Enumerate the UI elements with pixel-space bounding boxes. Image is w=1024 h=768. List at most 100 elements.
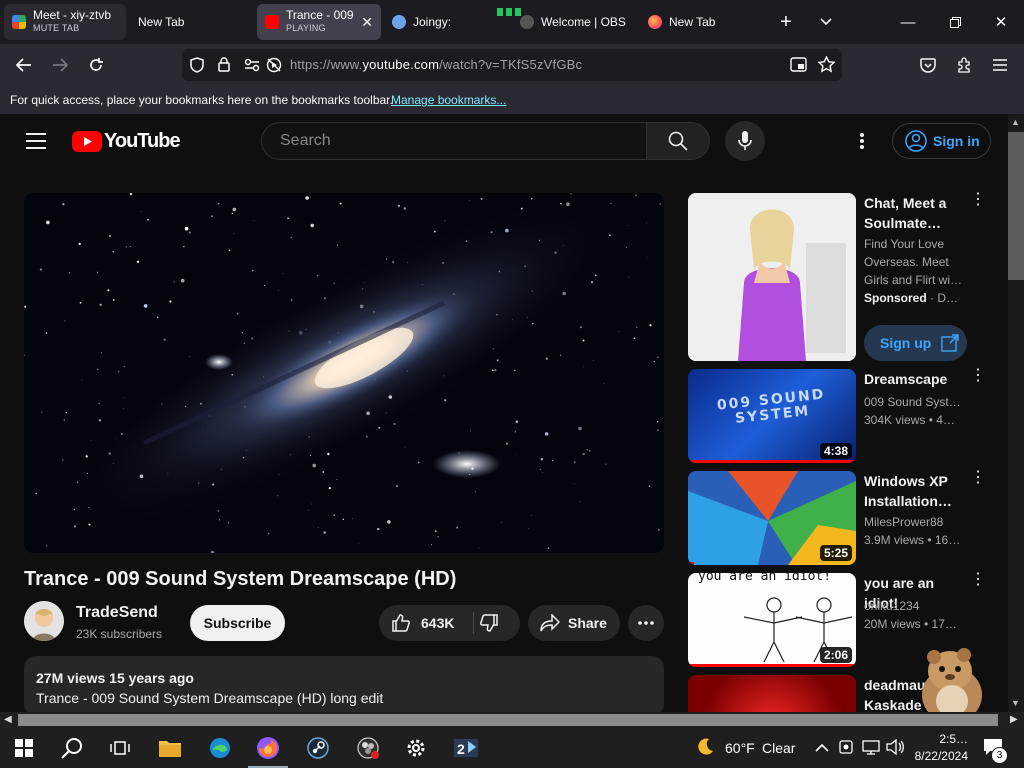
- dislike-button[interactable]: [479, 613, 499, 636]
- like-button[interactable]: 643K: [379, 605, 473, 641]
- card-menu-kebab-icon[interactable]: ⋮: [970, 572, 986, 588]
- recommended-video-2[interactable]: 5:25 Windows XP Installation… MilesProwe…: [688, 470, 988, 565]
- app-2d-icon[interactable]: 2: [452, 734, 480, 762]
- pocket-icon[interactable]: [915, 53, 941, 77]
- star: [352, 518, 353, 520]
- clock-date[interactable]: 8/22/2024: [912, 749, 968, 763]
- obs-studio-icon[interactable]: [354, 734, 382, 762]
- search-box[interactable]: [261, 122, 646, 160]
- network-icon[interactable]: [862, 739, 880, 760]
- search-button[interactable]: [646, 122, 710, 160]
- sponsored-signup-button[interactable]: Sign up: [864, 325, 967, 361]
- sponsored-card[interactable]: Chat, Meet a Soulmate… Find Your Love Ov…: [688, 192, 988, 363]
- new-tab-plus-icon[interactable]: +: [771, 10, 801, 34]
- extensions-puzzle-icon[interactable]: [951, 53, 977, 77]
- card-menu-kebab-icon[interactable]: ⋮: [970, 192, 986, 208]
- taskbar-search-icon[interactable]: [58, 734, 86, 762]
- tray-chevron-up-icon[interactable]: [815, 740, 829, 758]
- card-menu-kebab-icon[interactable]: ⋮: [970, 470, 986, 486]
- recommended-title[interactable]: Dreamscape: [864, 369, 968, 389]
- star: [41, 411, 43, 413]
- channel-name[interactable]: TradeSend: [76, 604, 158, 622]
- tab-meet[interactable]: Meet - xiy-ztvb MUTE TAB: [4, 4, 126, 40]
- video-thumbnail[interactable]: 009 SOUND SYSTEM 4:38: [688, 369, 856, 463]
- tracking-shield-icon[interactable]: [190, 57, 204, 78]
- more-actions-button[interactable]: [628, 605, 664, 641]
- scroll-right-arrow-icon[interactable]: ▶: [1010, 714, 1018, 725]
- bookmark-star-icon[interactable]: [817, 55, 836, 78]
- vertical-scrollbar[interactable]: ▲ ▼: [1008, 114, 1024, 712]
- scroll-up-arrow-icon[interactable]: ▲: [1011, 117, 1020, 127]
- steam-icon[interactable]: [304, 734, 332, 762]
- settings-gear-icon[interactable]: [402, 734, 430, 762]
- tab-youtube-trance[interactable]: Trance - 009 PLAYING ✕: [257, 4, 381, 40]
- list-tabs-chevron-icon[interactable]: [811, 10, 841, 34]
- scroll-down-arrow-icon[interactable]: ▼: [1011, 698, 1020, 708]
- recommended-channel[interactable]: oniku1234: [864, 599, 964, 613]
- autoplay-blocked-icon[interactable]: [266, 57, 282, 78]
- sponsored-thumbnail[interactable]: [688, 193, 856, 361]
- ad-line-2: Overseas. Meet: [864, 255, 949, 269]
- windows-taskbar: 2 60°F Clear 2:5… 8/22/2024 3: [0, 728, 1024, 768]
- hamburger-menu-icon[interactable]: [987, 53, 1013, 77]
- sponsored-label: Sponsored: [864, 291, 927, 305]
- youtube-logo[interactable]: YouTube: [72, 130, 181, 153]
- lock-icon[interactable]: [218, 57, 230, 77]
- tab-obs[interactable]: Welcome | OBS: [512, 4, 638, 40]
- back-arrow-icon[interactable]: [11, 53, 37, 77]
- share-button[interactable]: Share: [528, 605, 620, 641]
- reload-icon[interactable]: [83, 53, 109, 77]
- subscribe-button[interactable]: Subscribe: [190, 605, 285, 641]
- permissions-icon[interactable]: [244, 58, 260, 77]
- tab-new-tab[interactable]: New Tab: [130, 4, 252, 40]
- windows-start-icon[interactable]: [10, 734, 38, 762]
- weather-moon-icon[interactable]: [695, 737, 715, 762]
- weather-condition[interactable]: Clear: [762, 740, 795, 756]
- star: [65, 411, 68, 414]
- tab-new-tab-2[interactable]: New Tab: [640, 4, 762, 40]
- close-tab-icon[interactable]: ✕: [361, 14, 373, 31]
- picture-in-picture-icon[interactable]: [790, 57, 807, 77]
- forward-arrow-icon[interactable]: [47, 53, 73, 77]
- url-bar[interactable]: https://www.youtube.com/watch?v=TKfS5zVf…: [182, 49, 842, 81]
- clock-time[interactable]: 2:5…: [912, 732, 968, 746]
- scroll-left-arrow-icon[interactable]: ◀: [4, 714, 12, 725]
- file-explorer-icon[interactable]: [156, 734, 184, 762]
- task-view-icon[interactable]: [106, 734, 134, 762]
- vertical-scroll-thumb[interactable]: [1008, 132, 1024, 280]
- video-thumbnail[interactable]: [688, 675, 856, 712]
- recommended-channel[interactable]: 009 Sound Syste…: [864, 395, 964, 409]
- manage-bookmarks-link[interactable]: Manage bookmarks...: [391, 93, 506, 107]
- tab-subtitle[interactable]: MUTE TAB: [33, 22, 111, 35]
- voice-search-button[interactable]: [725, 121, 765, 161]
- tab-joingy[interactable]: Joingy:: [384, 4, 506, 40]
- url-text[interactable]: https://www.youtube.com/watch?v=TKfS5zVf…: [290, 57, 582, 72]
- video-player[interactable]: [24, 193, 664, 553]
- firefox-taskbar-icon[interactable]: [254, 734, 282, 762]
- like-dislike-group: 643K: [379, 605, 520, 641]
- star: [73, 525, 77, 528]
- close-window-icon[interactable]: ✕: [986, 10, 1016, 34]
- card-menu-kebab-icon[interactable]: ⋮: [970, 368, 986, 384]
- youtube-play-logo-icon: [72, 131, 102, 152]
- horizontal-scrollbar[interactable]: ◀ ▶: [0, 712, 1024, 728]
- sign-in-button[interactable]: Sign in: [892, 123, 991, 159]
- restore-window-icon[interactable]: [940, 10, 970, 34]
- video-thumbnail[interactable]: 5:25: [688, 471, 856, 565]
- channel-avatar[interactable]: [24, 601, 64, 641]
- recommended-channel[interactable]: MilesPrower88: [864, 515, 964, 529]
- video-thumbnail[interactable]: you are an idiot! 2:06: [688, 573, 856, 667]
- search-input[interactable]: [278, 131, 622, 151]
- tray-app-icon[interactable]: [838, 739, 854, 760]
- weather-temperature[interactable]: 60°F: [725, 740, 755, 756]
- edge-browser-icon[interactable]: [206, 734, 234, 762]
- recommended-title[interactable]: Chat, Meet a Soulmate…: [864, 193, 968, 233]
- recommended-video-1[interactable]: 009 SOUND SYSTEM 4:38 Dreamscape 009 Sou…: [688, 368, 988, 463]
- horizontal-scroll-thumb[interactable]: [18, 714, 998, 726]
- minimize-window-icon[interactable]: —: [893, 10, 923, 34]
- settings-kebab-icon[interactable]: [859, 132, 865, 155]
- recommended-title[interactable]: Windows XP Installation…: [864, 471, 968, 511]
- volume-icon[interactable]: [886, 738, 904, 760]
- description-box[interactable]: 27M views 15 years ago Trance - 009 Soun…: [24, 656, 664, 716]
- guide-menu-icon[interactable]: [26, 133, 46, 154]
